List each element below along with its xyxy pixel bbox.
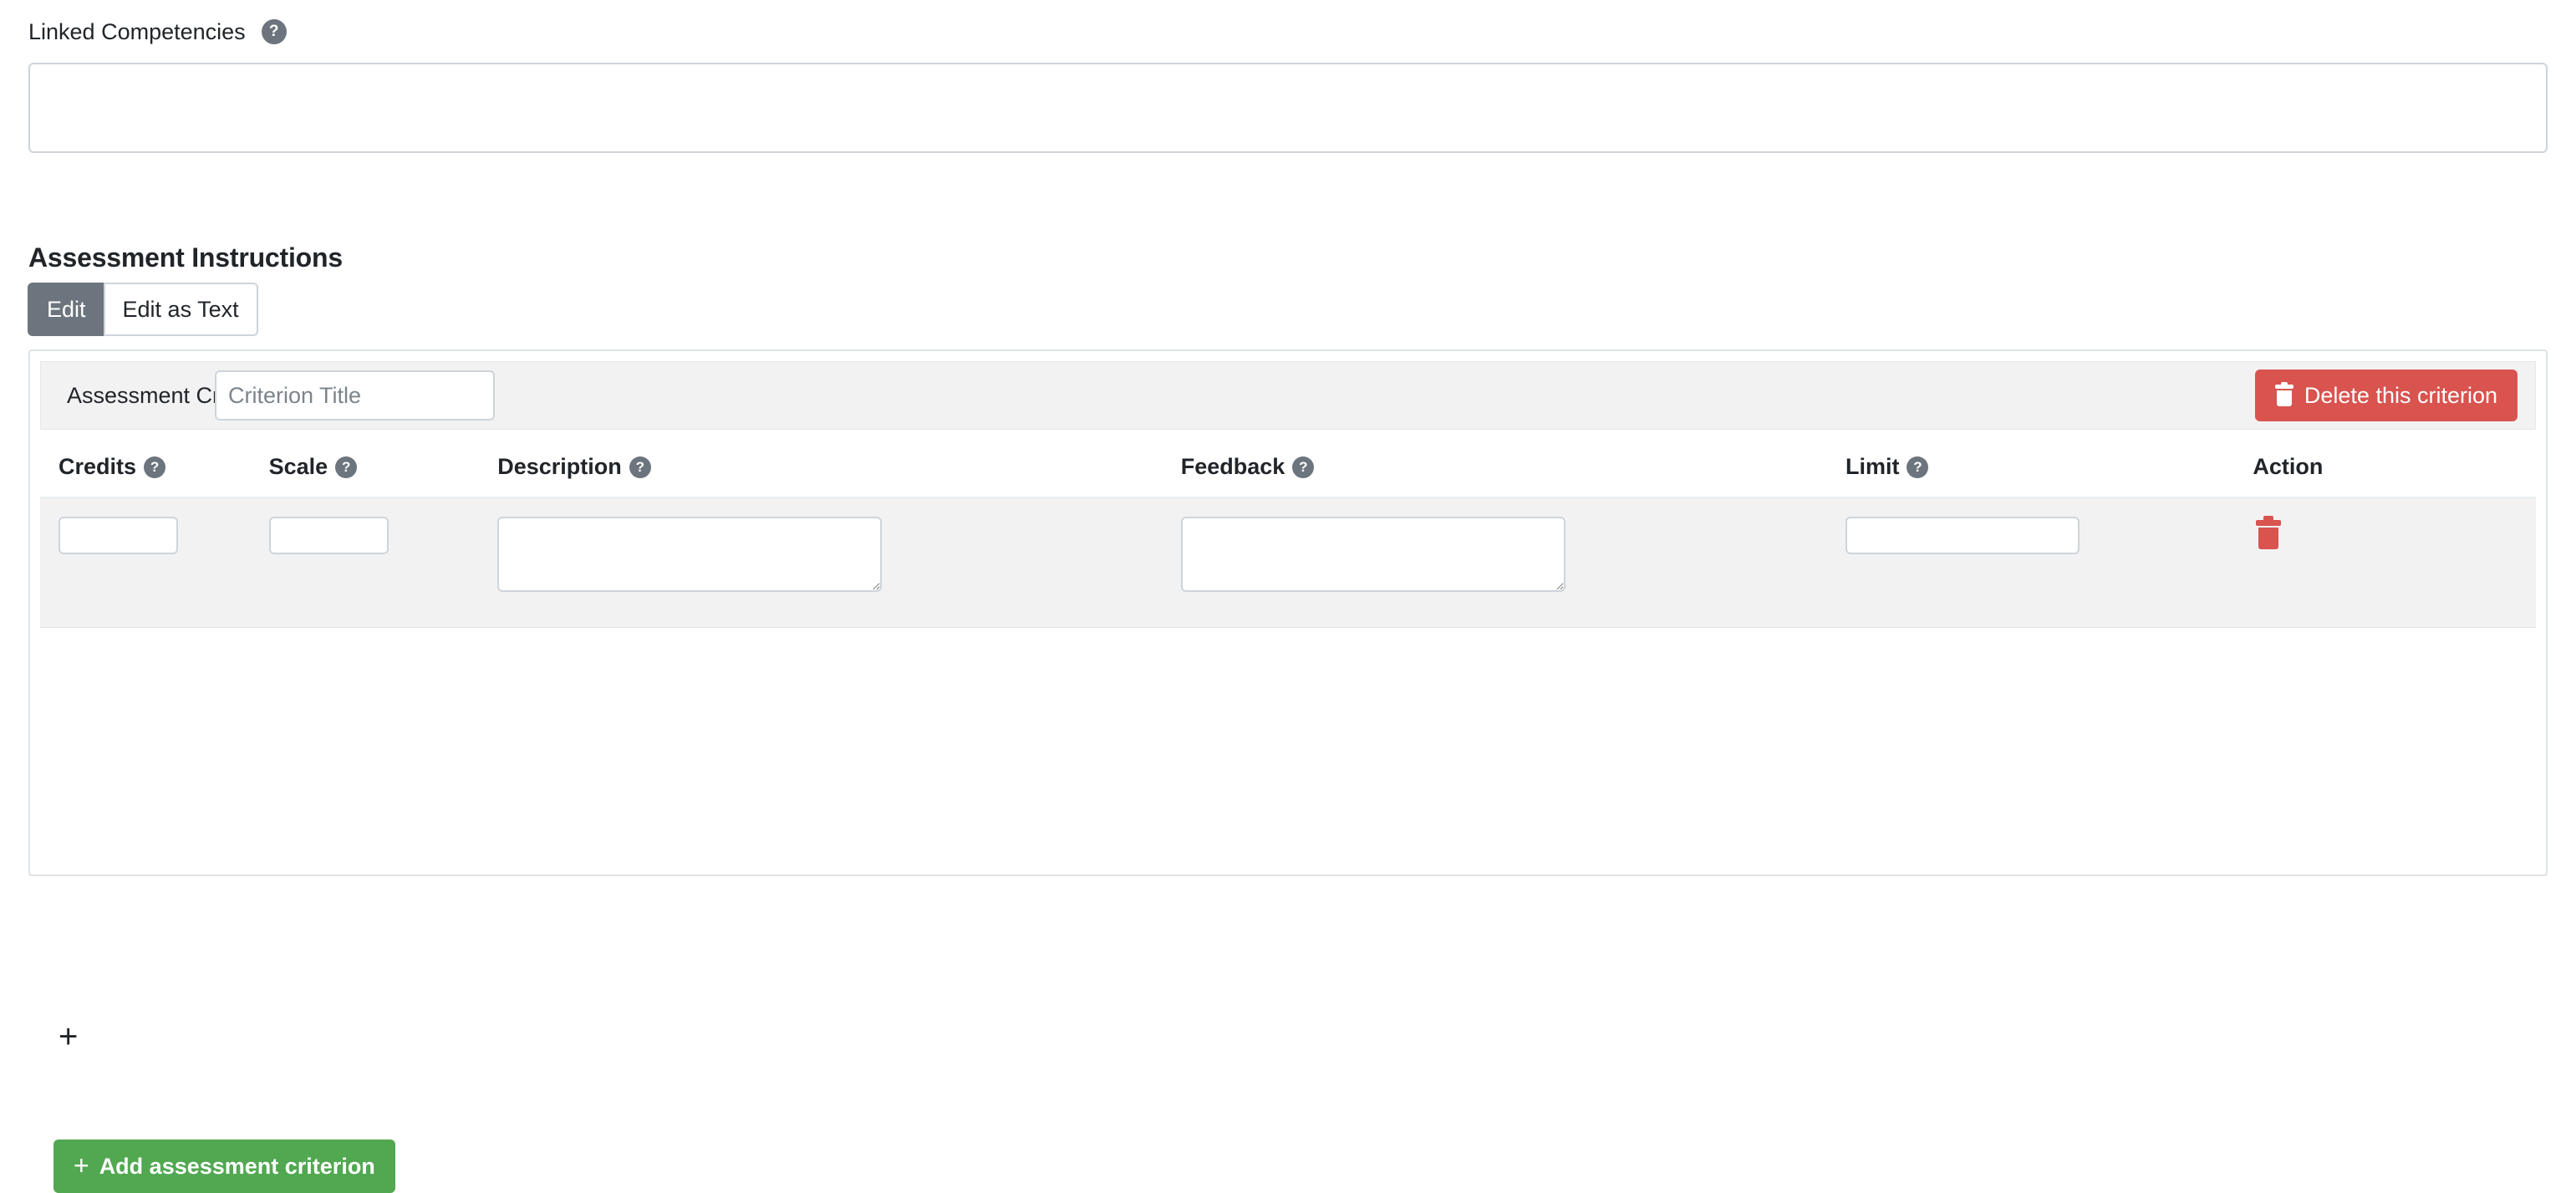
column-header-limit: Limit ?	[1845, 454, 2253, 498]
table-row	[40, 497, 2536, 628]
add-assessment-criterion-button[interactable]: + Add assessment criterion	[53, 1139, 395, 1193]
column-header-scale: Scale ?	[268, 454, 498, 498]
cell-credits	[40, 497, 269, 628]
page-title: Assessment Instructions	[28, 242, 343, 273]
help-icon[interactable]: ?	[1907, 456, 1929, 478]
feedback-textarea[interactable]	[1180, 517, 1565, 592]
delete-criterion-button[interactable]: Delete this criterion	[2254, 370, 2517, 421]
edit-mode-tabs: Edit Edit as Text	[28, 283, 258, 336]
column-header-action-label: Action	[2253, 454, 2324, 479]
assessment-instructions-page: Linked Competencies ? Assessment Instruc…	[0, 0, 2576, 1193]
criteria-panel: Assessment Criterion Delete this criteri…	[28, 349, 2548, 1193]
column-header-credits-label: Credits	[59, 454, 137, 479]
plus-icon: +	[74, 1150, 89, 1180]
scale-input[interactable]	[268, 517, 389, 554]
add-assessment-criterion-label: Add assessment criterion	[99, 1153, 375, 1179]
column-header-feedback-label: Feedback	[1180, 454, 1285, 479]
help-icon[interactable]: ?	[144, 456, 166, 478]
tab-edit-as-text[interactable]: Edit as Text	[103, 283, 258, 336]
criterion-title-input[interactable]	[215, 370, 495, 421]
criterion-header: Assessment Criterion Delete this criteri…	[40, 361, 2536, 430]
tab-edit[interactable]: Edit	[28, 283, 105, 336]
delete-criterion-label: Delete this criterion	[2304, 382, 2497, 408]
help-icon[interactable]: ?	[629, 456, 651, 478]
cell-feedback	[1180, 497, 1845, 628]
trash-icon	[2256, 516, 2282, 549]
linked-competencies-label-row: Linked Competencies ?	[28, 18, 287, 45]
column-header-credits: Credits ?	[40, 454, 269, 498]
linked-competencies-input[interactable]	[28, 63, 2548, 153]
help-icon[interactable]: ?	[335, 456, 358, 478]
table-header-row: Credits ? Scale ? Description ? Feedback…	[40, 454, 2536, 498]
trash-icon	[2274, 382, 2293, 406]
column-header-action: Action	[2253, 454, 2536, 498]
add-row-plus-icon[interactable]: +	[59, 1020, 78, 1053]
cell-limit	[1845, 497, 2253, 628]
linked-competencies-label: Linked Competencies	[28, 19, 246, 44]
column-header-scale-label: Scale	[268, 454, 328, 479]
limit-input[interactable]	[1845, 517, 2080, 554]
cell-action	[2253, 497, 2536, 628]
credits-input[interactable]	[59, 517, 178, 554]
column-header-description: Description ?	[497, 454, 1181, 498]
cell-scale	[268, 497, 498, 628]
help-icon[interactable]: ?	[1292, 456, 1315, 478]
column-header-limit-label: Limit	[1845, 454, 1900, 479]
delete-row-button[interactable]	[2256, 516, 2282, 552]
description-textarea[interactable]	[497, 517, 883, 592]
criteria-table: Credits ? Scale ? Description ? Feedback…	[40, 454, 2536, 628]
help-icon[interactable]: ?	[261, 19, 287, 44]
cell-description	[497, 497, 1181, 628]
column-header-description-label: Description	[497, 454, 622, 479]
column-header-feedback: Feedback ?	[1180, 454, 1845, 498]
